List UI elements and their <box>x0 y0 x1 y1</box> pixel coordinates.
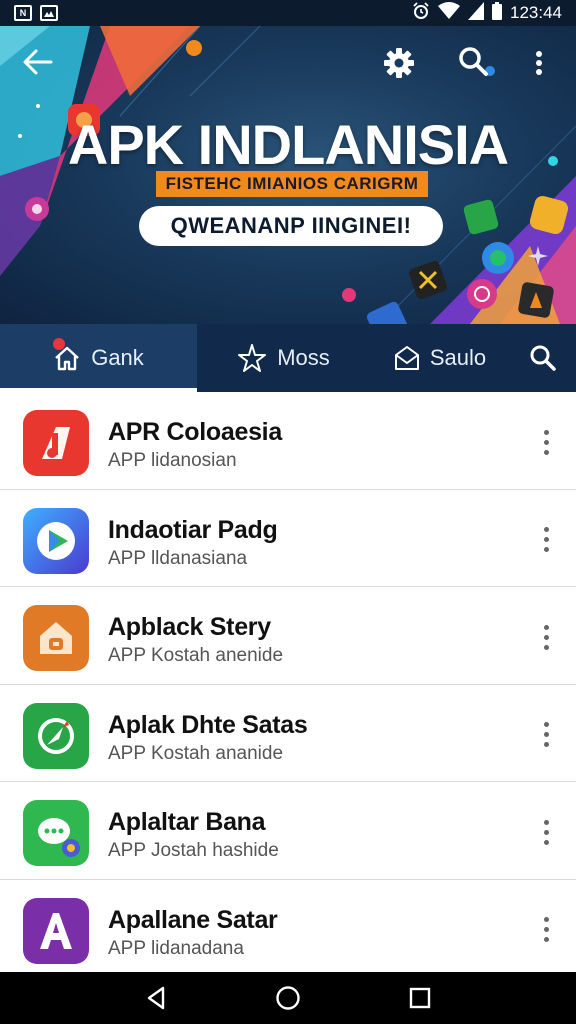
notification-icon: N <box>14 5 32 21</box>
app-name: Apallane Satar <box>108 905 278 934</box>
hero-tagline-pill[interactable]: QWEANANP IINGINEI! <box>139 206 443 246</box>
wifi-icon <box>438 1 460 25</box>
app-subtitle: APP lidanosian <box>108 450 237 471</box>
triangle-back-icon <box>147 986 165 1010</box>
play-store-icon <box>23 507 89 574</box>
tab-saulo[interactable]: Saulo <box>370 324 510 392</box>
chat-bubble-icon <box>23 800 89 867</box>
gear-icon <box>384 48 414 78</box>
nav-recents-button[interactable] <box>400 978 440 1018</box>
app-name: Indaotiar Padg <box>108 515 278 544</box>
tab-label: Moss <box>277 345 330 370</box>
app-subtitle: APP lidanadana <box>108 937 244 959</box>
letter-a-icon <box>23 897 89 964</box>
tab-search-button[interactable] <box>510 324 576 392</box>
more-vertical-icon <box>536 51 542 75</box>
compass-icon <box>23 702 89 769</box>
more-vertical-icon[interactable] <box>534 910 558 950</box>
more-vertical-icon[interactable] <box>534 715 558 755</box>
app-screen: N 123:44 APK INDLANISIA FISTEHC IMIANIOS… <box>0 0 576 1024</box>
tab-bar: Gank Moss Saulo <box>0 324 576 392</box>
app-name: Aplak Dhte Satas <box>108 710 308 739</box>
system-navigation-bar <box>0 972 576 1024</box>
more-vertical-icon[interactable] <box>534 617 558 657</box>
tab-gank[interactable]: Gank <box>0 324 197 392</box>
list-item[interactable]: Apblack Stery APP Kostah anenide <box>0 587 576 685</box>
battery-icon <box>492 1 502 25</box>
arrow-left-icon <box>23 49 53 75</box>
circle-home-icon <box>276 986 300 1010</box>
more-vertical-icon[interactable] <box>534 520 558 560</box>
search-icon <box>530 345 556 371</box>
house-icon <box>23 605 89 672</box>
app-list: APR Coloaesia APP lidanosian Indaotiar P… <box>0 392 576 972</box>
square-recents-icon <box>409 987 431 1009</box>
back-button[interactable] <box>18 42 58 82</box>
image-notification-icon <box>40 5 58 21</box>
list-item[interactable]: Apallane Satar APP lidanadana <box>0 880 576 972</box>
hero-banner: APK INDLANISIA FISTEHC IMIANIOS CARIGRM … <box>0 26 576 324</box>
hero-search-button[interactable] <box>452 40 494 82</box>
more-vertical-icon[interactable] <box>534 422 558 462</box>
tab-moss[interactable]: Moss <box>197 324 370 392</box>
status-bar: N 123:44 <box>0 0 576 26</box>
nav-home-button[interactable] <box>268 978 308 1018</box>
more-vertical-icon[interactable] <box>534 812 558 852</box>
tab-label: Saulo <box>429 345 487 370</box>
settings-button[interactable] <box>378 42 420 84</box>
app-name: Apblack Stery <box>108 613 271 642</box>
app-name: APR Coloaesia <box>108 418 282 446</box>
list-item[interactable]: Aplak Dhte Satas APP Kostah ananide <box>0 685 576 783</box>
alarm-icon <box>412 1 430 25</box>
nav-back-button[interactable] <box>136 978 176 1018</box>
hero-subtitle: FISTEHC IMIANIOS CARIGRM <box>156 171 428 197</box>
app-subtitle: APP lldanasiana <box>108 547 248 569</box>
list-item[interactable]: Indaotiar Padg APP lldanasiana <box>0 490 576 588</box>
overflow-menu-button[interactable] <box>522 42 556 84</box>
search-icon <box>459 47 488 76</box>
status-time: 123:44 <box>510 3 562 22</box>
envelope-icon <box>394 346 419 370</box>
app-name: Aplaltar Bana <box>108 808 266 837</box>
app-subtitle: APP Jostah hashide <box>108 840 279 862</box>
notification-dot <box>53 338 65 350</box>
star-icon <box>238 344 267 372</box>
music-note-icon <box>23 410 89 476</box>
signal-icon <box>468 1 484 25</box>
app-subtitle: APP Kostah anenide <box>108 645 284 667</box>
tab-label: Gank <box>91 345 144 370</box>
app-subtitle: APP Kostah ananide <box>108 742 284 764</box>
hero-title: APK INDLANISIA <box>67 113 509 176</box>
list-item[interactable]: Aplaltar Bana APP Jostah hashide <box>0 782 576 880</box>
list-item[interactable]: APR Coloaesia APP lidanosian <box>0 392 576 490</box>
